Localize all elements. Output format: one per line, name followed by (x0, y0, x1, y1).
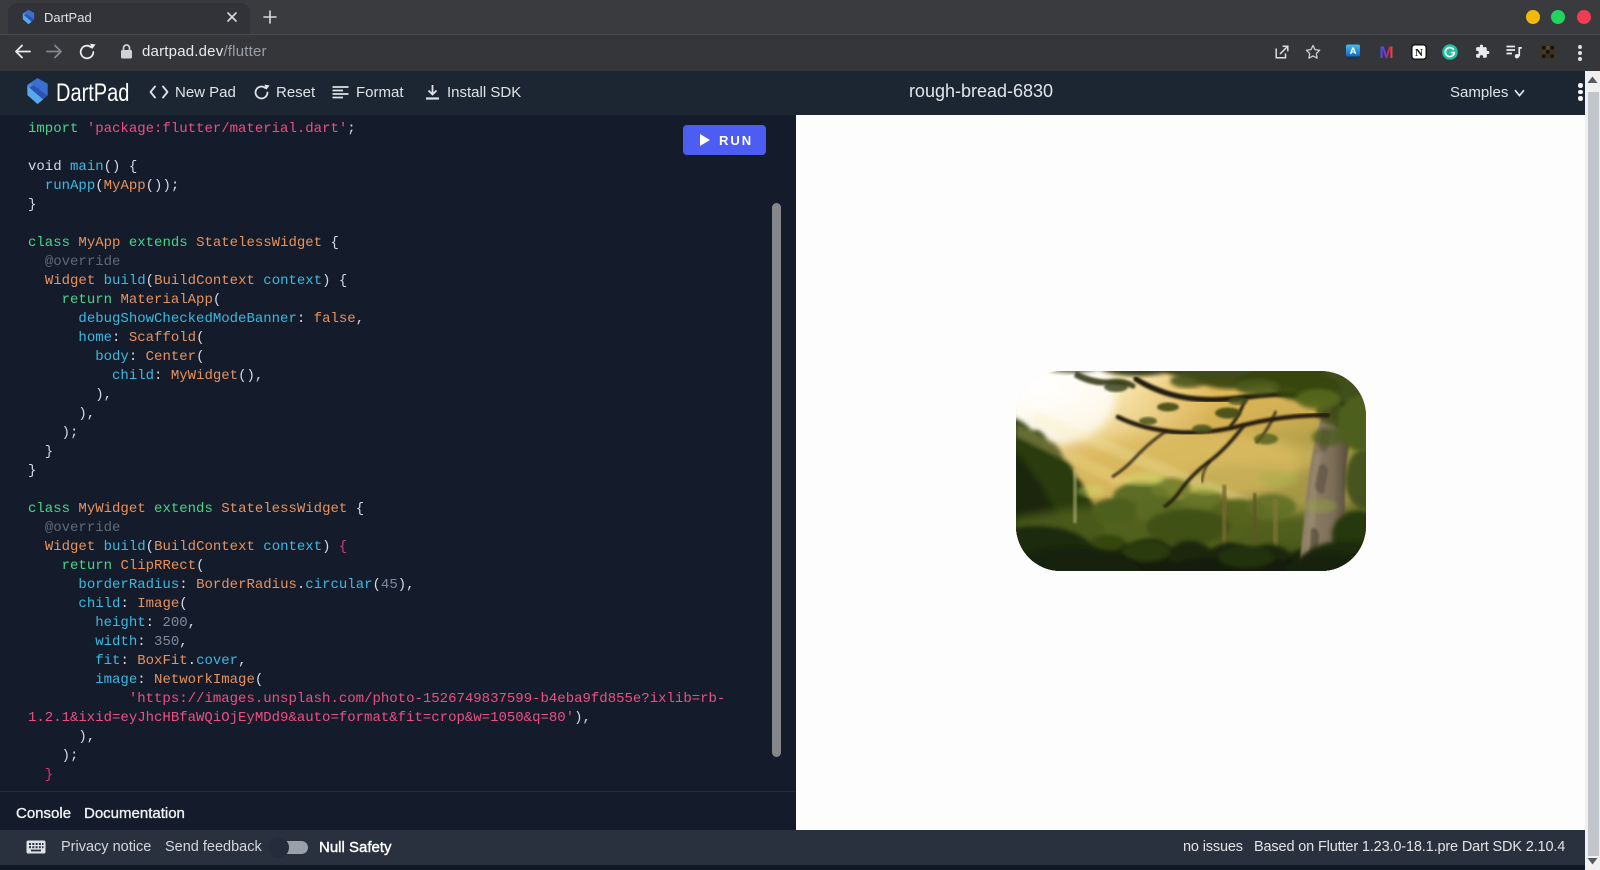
svg-text:A: A (1350, 46, 1357, 57)
svg-text:M: M (1379, 43, 1393, 61)
svg-text:N: N (1415, 47, 1423, 59)
